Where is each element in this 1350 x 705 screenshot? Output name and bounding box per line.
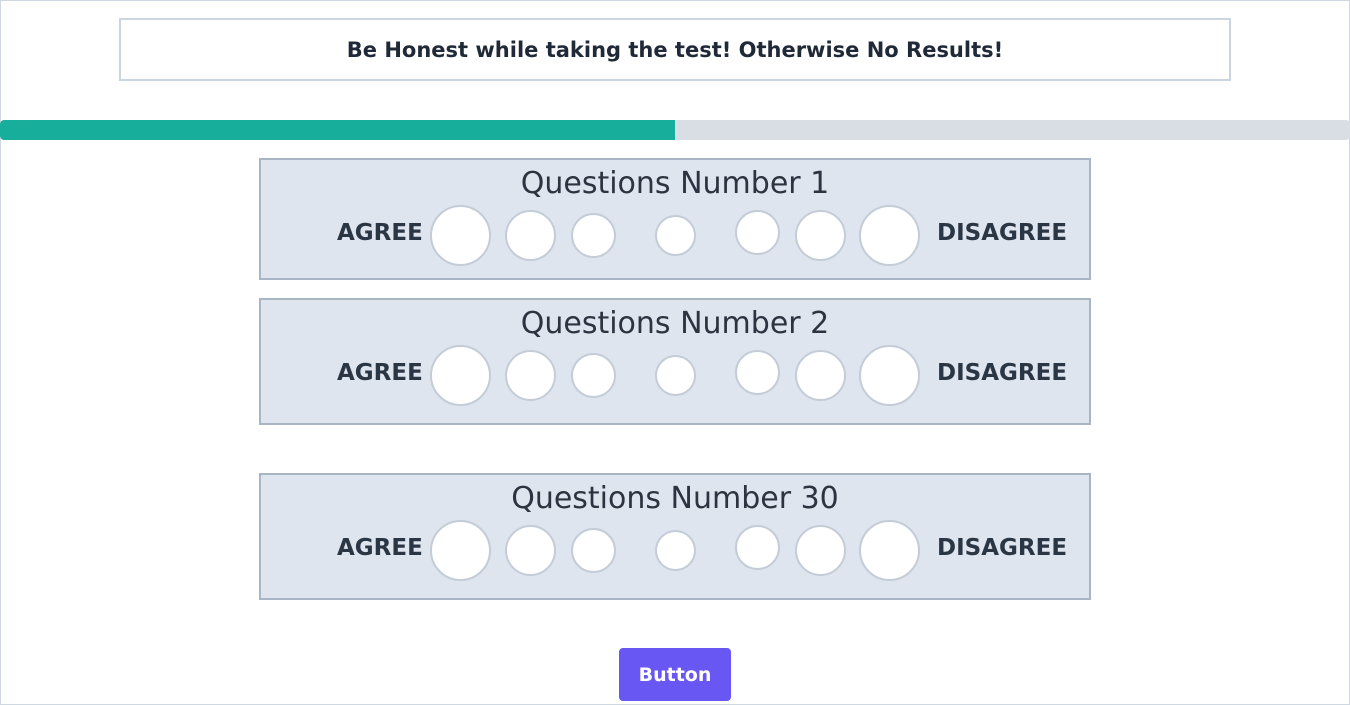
option-agree[interactable] — [505, 350, 556, 401]
disagree-label: DISAGREE — [937, 220, 1068, 246]
progress-bar — [0, 120, 1350, 140]
option-neutral[interactable] — [655, 215, 696, 256]
option-disagree[interactable] — [795, 210, 846, 261]
option-strongly-agree[interactable] — [430, 205, 491, 266]
option-slightly-agree[interactable] — [571, 213, 616, 258]
progress-fill — [0, 120, 675, 140]
option-slightly-disagree[interactable] — [735, 350, 780, 395]
disagree-label: DISAGREE — [937, 535, 1068, 561]
question-title: Questions Number 2 — [520, 306, 830, 341]
agree-label: AGREE — [337, 360, 423, 386]
agree-label: AGREE — [337, 220, 423, 246]
agree-label: AGREE — [337, 535, 423, 561]
submit-button[interactable]: Button — [619, 648, 731, 701]
option-slightly-agree[interactable] — [571, 353, 616, 398]
option-slightly-disagree[interactable] — [735, 210, 780, 255]
disagree-label: DISAGREE — [937, 360, 1068, 386]
question-card-2: Questions Number 2 AGREE DISAGREE — [259, 298, 1091, 425]
option-slightly-disagree[interactable] — [735, 525, 780, 570]
option-disagree[interactable] — [795, 350, 846, 401]
option-neutral[interactable] — [655, 530, 696, 571]
option-disagree[interactable] — [795, 525, 846, 576]
question-title: Questions Number 30 — [511, 481, 839, 516]
option-strongly-disagree[interactable] — [859, 520, 920, 581]
honesty-notice: Be Honest while taking the test! Otherwi… — [119, 18, 1231, 81]
option-agree[interactable] — [505, 210, 556, 261]
option-strongly-disagree[interactable] — [859, 345, 920, 406]
question-card-1: Questions Number 1 AGREE DISAGREE — [259, 158, 1091, 280]
option-neutral[interactable] — [655, 355, 696, 396]
option-slightly-agree[interactable] — [571, 528, 616, 573]
notice-text: Be Honest while taking the test! Otherwi… — [346, 37, 1004, 62]
option-strongly-disagree[interactable] — [859, 205, 920, 266]
option-strongly-agree[interactable] — [430, 345, 491, 406]
question-card-30: Questions Number 30 AGREE DISAGREE — [259, 473, 1091, 600]
question-title: Questions Number 1 — [520, 166, 830, 201]
option-strongly-agree[interactable] — [430, 520, 491, 581]
option-agree[interactable] — [505, 525, 556, 576]
